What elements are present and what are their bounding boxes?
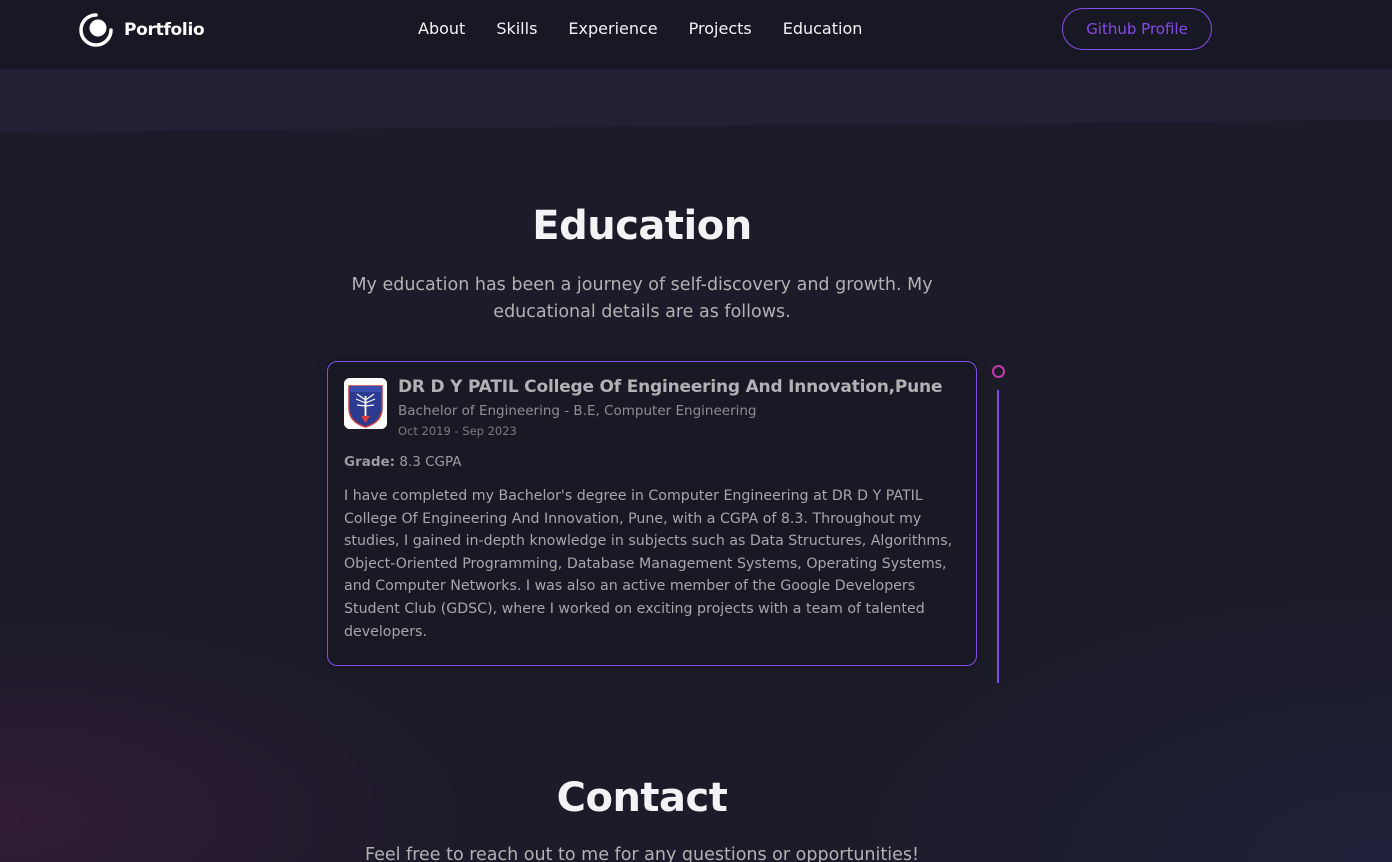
nav-link-projects[interactable]: Projects xyxy=(689,19,752,38)
college-crest-icon xyxy=(344,378,387,429)
nav-links: About Skills Experience Projects Educati… xyxy=(418,19,862,38)
timeline-dot xyxy=(992,365,1005,378)
contact-description: Feel free to reach out to me for any que… xyxy=(364,845,920,862)
education-details: I have completed my Bachelor's degree in… xyxy=(344,488,953,640)
logo[interactable]: Portfolio xyxy=(79,13,205,47)
grade-value: 8.3 CGPA xyxy=(399,454,462,470)
logo-text: Portfolio xyxy=(124,20,205,40)
grade-label: Grade: xyxy=(344,454,396,470)
timeline-connector xyxy=(997,390,999,683)
education-description: My education has been a journey of self-… xyxy=(351,275,933,322)
school-name: DR D Y PATIL College Of Engineering And … xyxy=(398,377,943,397)
nav-link-about[interactable]: About xyxy=(418,19,465,38)
grade: Grade: 8.3 CGPA xyxy=(344,454,462,470)
contact-title: Contact xyxy=(556,775,728,821)
nav-link-experience[interactable]: Experience xyxy=(568,19,657,38)
education-card: DR D Y PATIL College Of Engineering And … xyxy=(327,361,977,666)
degree: Bachelor of Engineering - B.E, Computer … xyxy=(398,403,757,419)
nav-link-skills[interactable]: Skills xyxy=(496,19,537,38)
education-dates: Oct 2019 - Sep 2023 xyxy=(398,424,517,438)
github-profile-button[interactable]: Github Profile xyxy=(1062,8,1212,50)
navbar: Portfolio About Skills Experience Projec… xyxy=(0,0,1392,69)
portfolio-logo-icon xyxy=(79,13,113,47)
nav-link-education[interactable]: Education xyxy=(783,19,863,38)
education-title: Education xyxy=(532,203,752,249)
